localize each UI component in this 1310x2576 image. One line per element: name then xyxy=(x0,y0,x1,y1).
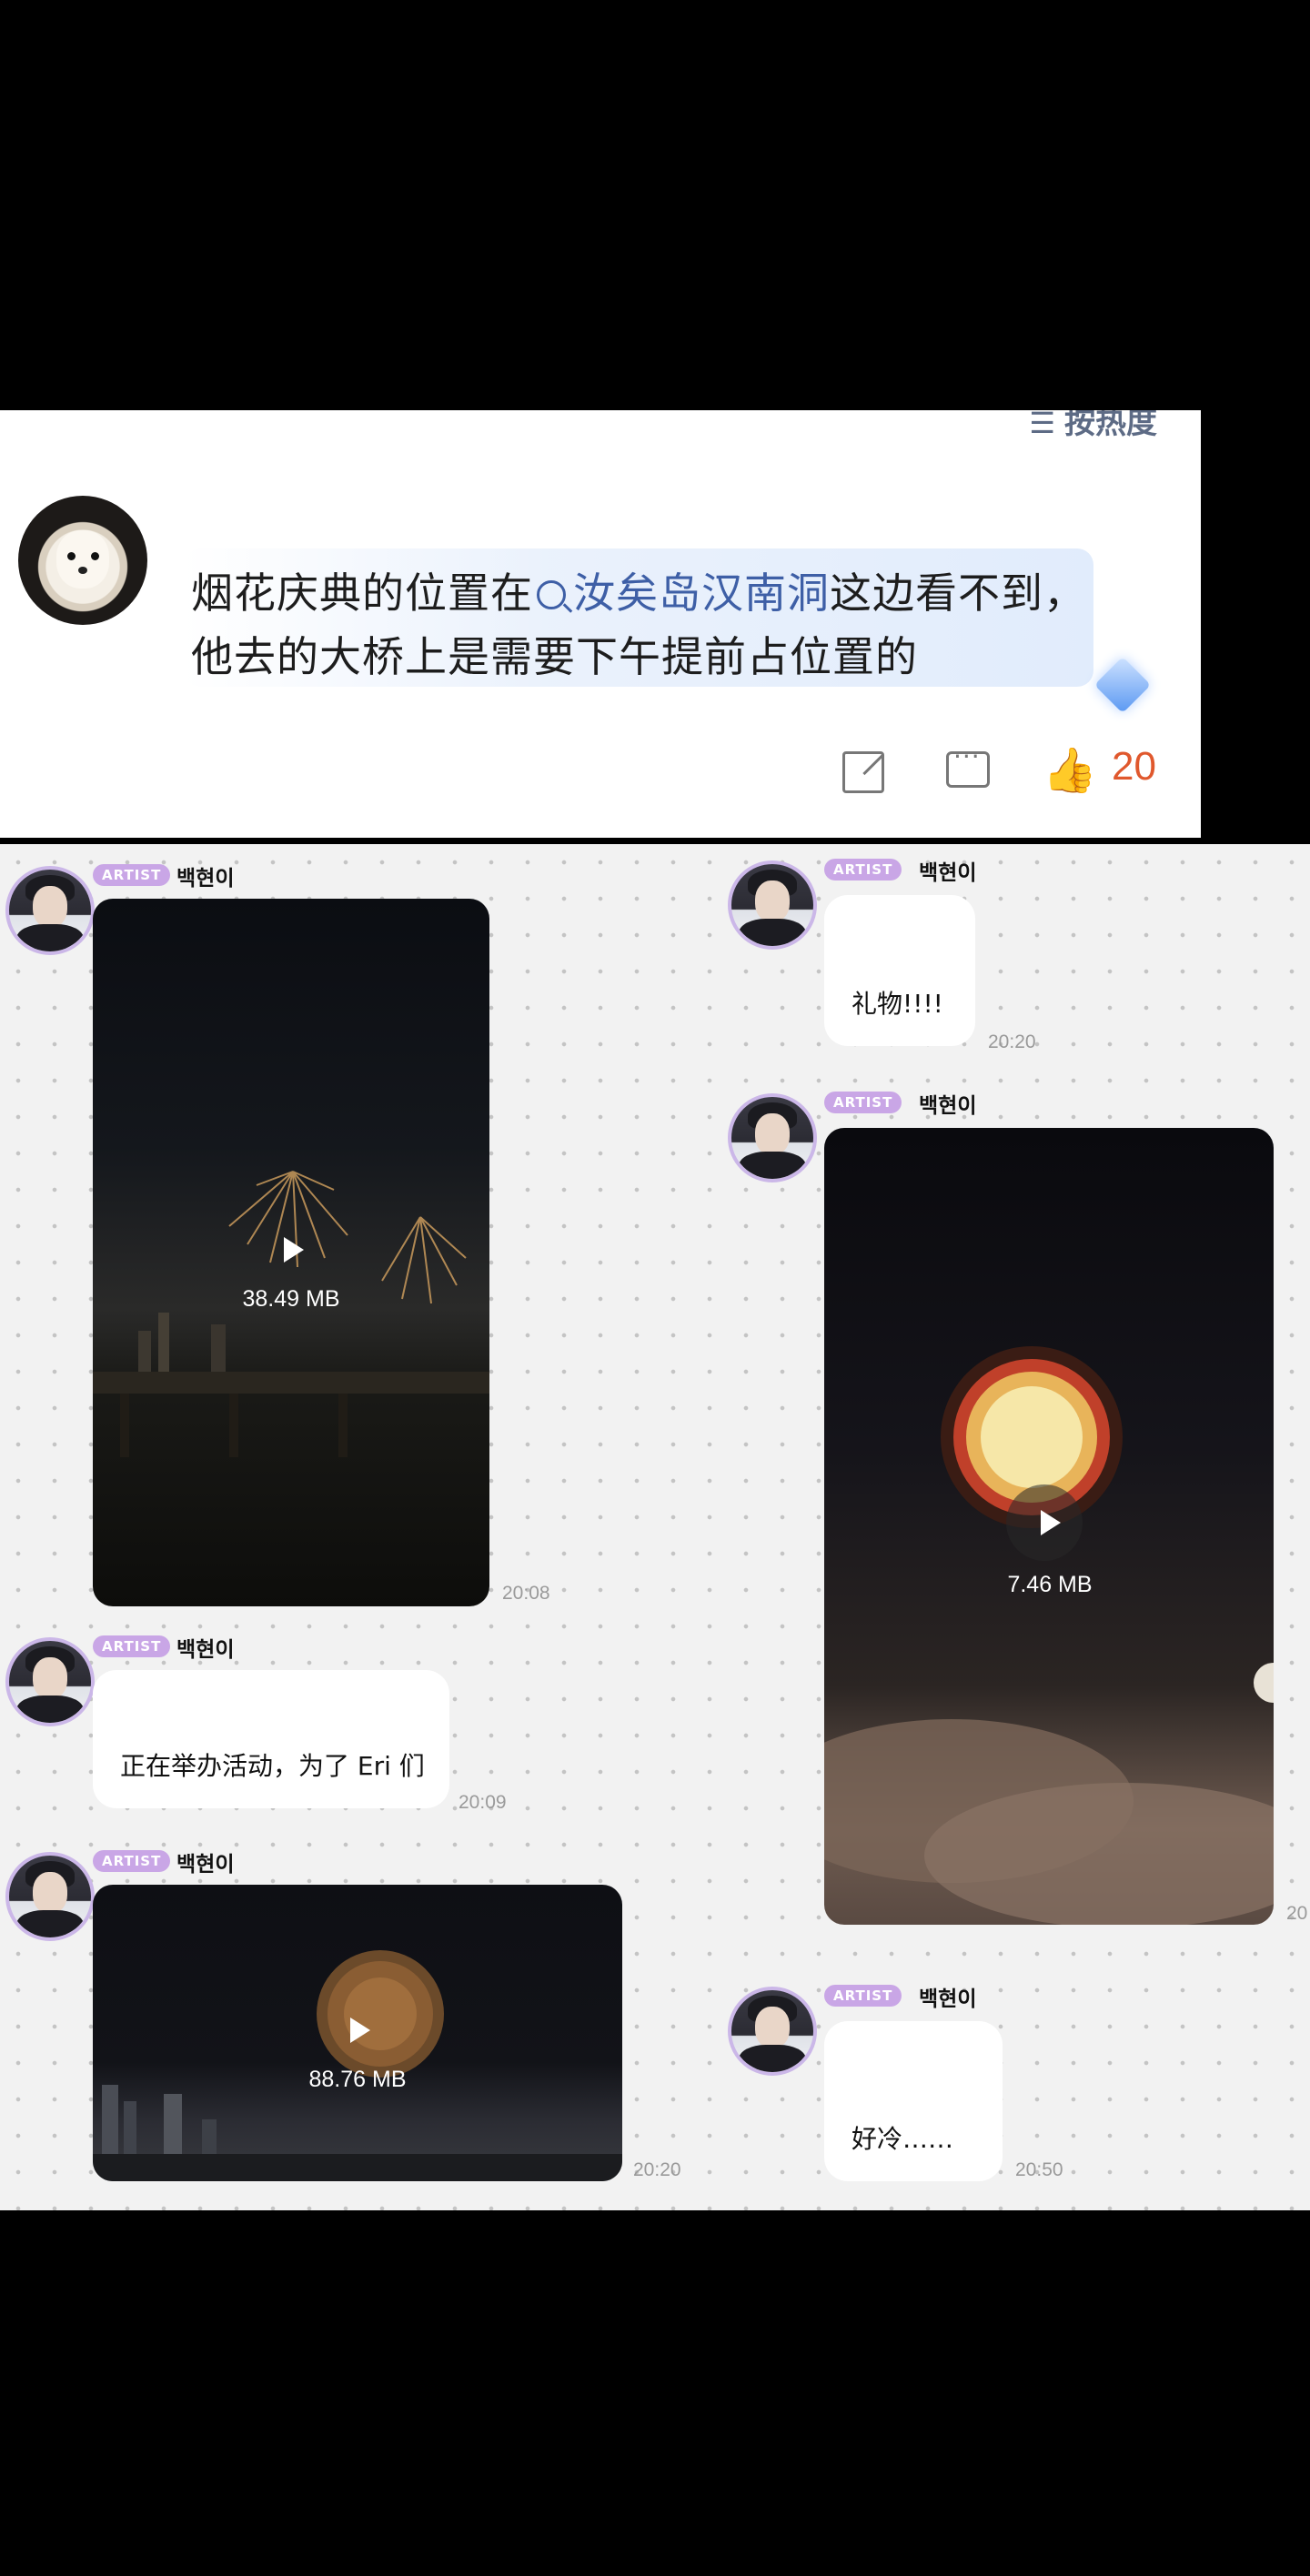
video-size: 7.46 MB xyxy=(1007,1572,1093,1597)
dog-eye xyxy=(91,552,99,560)
topic-label: 汝矣岛汉南洞 xyxy=(573,569,830,618)
video-size: 38.49 MB xyxy=(242,1286,340,1312)
avatar-suit xyxy=(16,1910,84,1937)
artist-tag: ARTIST xyxy=(824,859,902,880)
avatar[interactable] xyxy=(5,1852,95,1941)
chat-screenshot: ARTIST 백현이 38.49 MB 20:08 ARTIST 백현이 正在举… xyxy=(0,844,1310,2210)
avatar-suit xyxy=(739,2045,806,2072)
comment-actions: 👍 20 xyxy=(0,741,1201,806)
topic-link[interactable]: 汝矣岛汉南洞 xyxy=(533,569,830,618)
dog-eye xyxy=(67,552,76,560)
like-count: 20 xyxy=(1112,744,1156,789)
avatar[interactable] xyxy=(728,1093,817,1182)
sort-icon: ☰ xyxy=(1029,410,1055,440)
sender-name: 백현이 xyxy=(919,861,977,885)
artist-tag: ARTIST xyxy=(824,1092,902,1113)
message-text: 正在举办活动，为了 Eri 们 xyxy=(120,1751,425,1781)
message-text: 好冷…… xyxy=(852,2124,954,2154)
sort-by-hot[interactable]: ☰ 按热度 xyxy=(1029,410,1157,442)
message-text: 礼物!!!! xyxy=(852,989,943,1019)
avatar-face xyxy=(33,1872,67,1914)
message-time: 20:08 xyxy=(502,1583,550,1604)
video-message[interactable]: 88.76 MB xyxy=(93,1885,622,2181)
text-message[interactable]: 正在举办活动，为了 Eri 们 xyxy=(93,1670,449,1808)
artist-tag: ARTIST xyxy=(824,1985,902,2007)
artist-tag: ARTIST xyxy=(93,1850,171,1872)
avatar-suit xyxy=(739,919,806,946)
dog-face xyxy=(56,530,109,589)
avatar-face xyxy=(33,886,67,928)
commenter-avatar[interactable] xyxy=(18,496,147,625)
avatar-face xyxy=(755,1113,790,1155)
comment-icon[interactable] xyxy=(946,741,990,788)
comment-text-part: 烟花庆典的位置在 xyxy=(191,569,533,618)
play-icon[interactable] xyxy=(1041,1510,1061,1535)
avatar-face xyxy=(755,880,790,922)
share-icon[interactable] xyxy=(842,751,884,793)
diamond-badge-icon xyxy=(1093,656,1152,714)
sender-name: 백현이 xyxy=(919,1094,977,1118)
avatar-suit xyxy=(739,1152,806,1179)
avatar[interactable] xyxy=(728,1987,817,2076)
comment-card: ☰ 按热度 烟花庆典的位置在 汝矣岛汉南洞这边看不到，他去的大桥上是需要下午提前占位… xyxy=(0,410,1201,838)
sort-label: 按热度 xyxy=(1064,410,1157,441)
avatar-suit xyxy=(16,1696,84,1723)
thumbs-up-icon[interactable]: 👍 xyxy=(1043,744,1097,796)
avatar-face xyxy=(33,1657,67,1699)
sender-name: 백현이 xyxy=(176,1853,235,1877)
comment-text: 烟花庆典的位置在 汝矣岛汉南洞这边看不到，他去的大桥上是需要下午提前占位置的 xyxy=(184,548,1101,689)
avatar-face xyxy=(755,2007,790,2048)
text-message[interactable]: 礼物!!!! xyxy=(824,895,975,1046)
video-message[interactable]: 38.49 MB xyxy=(93,899,489,1606)
avatar[interactable] xyxy=(5,1637,95,1726)
avatar-suit xyxy=(16,924,84,951)
message-time: 20:09 xyxy=(458,1792,507,1813)
artist-tag: ARTIST xyxy=(93,1635,171,1657)
message-time: 20:20 xyxy=(633,2159,681,2180)
sender-name: 백현이 xyxy=(176,1638,235,1662)
sender-name: 백현이 xyxy=(919,1987,977,2011)
search-icon xyxy=(537,580,566,609)
message-time: 20 xyxy=(1286,1903,1308,1924)
play-icon[interactable] xyxy=(350,2018,370,2043)
message-time: 20:20 xyxy=(988,1031,1036,1052)
message-time: 20:50 xyxy=(1015,2159,1063,2180)
artist-tag: ARTIST xyxy=(93,864,171,886)
dog-nose xyxy=(78,567,87,574)
video-size: 88.76 MB xyxy=(308,2067,407,2092)
sender-name: 백현이 xyxy=(176,867,235,891)
avatar[interactable] xyxy=(728,860,817,950)
avatar[interactable] xyxy=(5,866,95,955)
play-icon[interactable] xyxy=(284,1237,304,1263)
text-message[interactable]: 好冷…… xyxy=(824,2021,1003,2181)
video-message[interactable]: 7.46 MB xyxy=(824,1128,1274,1925)
